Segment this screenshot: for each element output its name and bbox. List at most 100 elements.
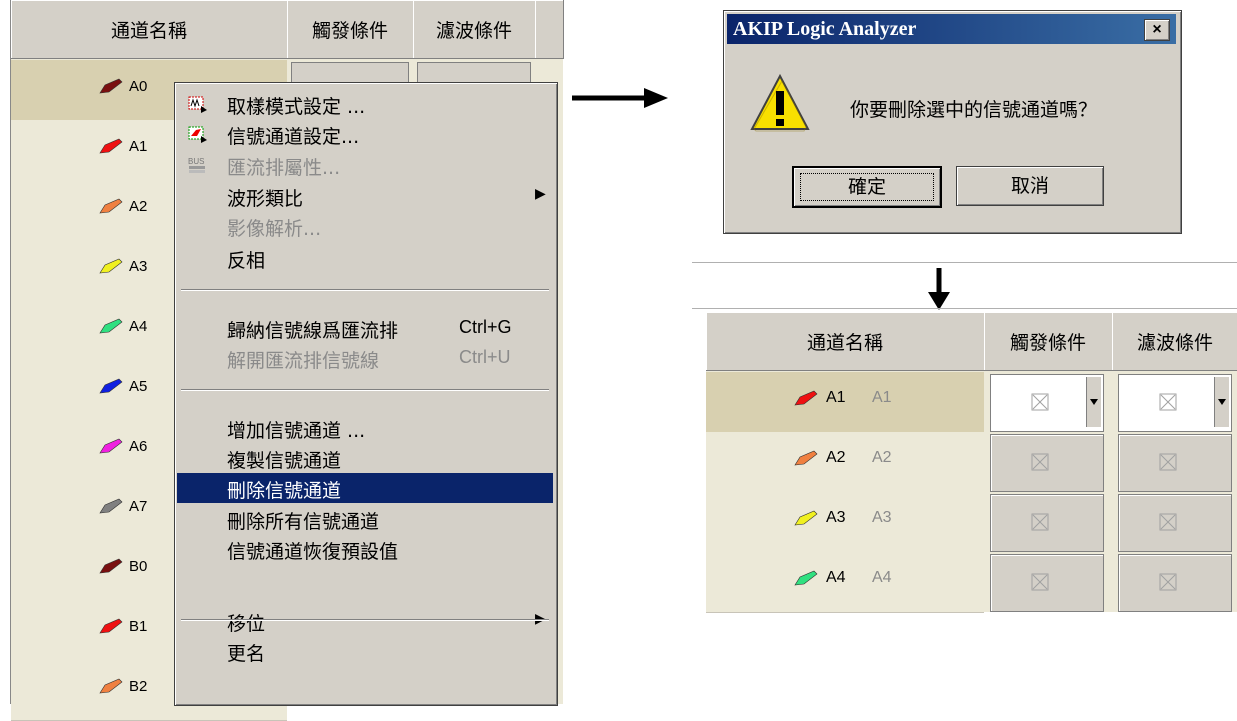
menu-item-restore-channel-defaults[interactable]: 信號通道恢復預設值 <box>177 534 553 564</box>
column-header-channel-name[interactable]: 通道名稱 <box>11 0 288 59</box>
menu-item-delete-all-channels[interactable]: 刪除所有信號通道 <box>177 504 553 534</box>
channel-name: A5 <box>129 378 148 395</box>
disabled-condition-icon <box>1159 453 1177 471</box>
sampling-icon <box>187 94 209 114</box>
menu-item-move[interactable]: 移位 ▶ <box>177 606 553 636</box>
menu-item-image-analysis[interactable]: 影像解析... <box>177 211 553 241</box>
channel-color-icon[interactable] <box>99 558 123 574</box>
table-row[interactable]: A1 A1 <box>706 372 984 433</box>
close-button[interactable]: × <box>1144 19 1170 41</box>
menu-item-sampling-mode[interactable]: 取樣模式設定 ... <box>177 89 553 119</box>
menu-item-label: 信號通道設定... <box>227 126 360 148</box>
channel-color-icon[interactable] <box>99 318 123 334</box>
disabled-condition-icon <box>1159 573 1177 591</box>
channel-color-icon[interactable] <box>794 510 818 526</box>
channel-color-icon[interactable] <box>794 390 818 406</box>
menu-item-ungroup-bus[interactable]: 解開匯流排信號線 Ctrl+U <box>177 343 553 373</box>
channel-color-icon[interactable] <box>794 450 818 466</box>
arrow-right-icon <box>572 88 668 108</box>
ok-button[interactable]: 確定 <box>792 166 942 208</box>
menu-item-label: 刪除所有信號通道 <box>227 511 380 533</box>
filter-cell[interactable] <box>1118 494 1232 552</box>
result-channel-table: 通道名稱 觸發條件 濾波條件 A1 A1 A2 A2 A3 A3 A4 A4 <box>706 312 1237 613</box>
channel-color-icon[interactable] <box>99 498 123 514</box>
channel-name: B2 <box>129 678 148 695</box>
channel-color-icon[interactable] <box>99 378 123 394</box>
channel-name: A3 <box>826 509 846 526</box>
menu-item-label: 移位 <box>227 613 266 635</box>
channel-name: A3 <box>129 258 148 275</box>
menu-item-label: 複製信號通道 <box>227 450 342 472</box>
channel-alias: A4 <box>872 569 892 586</box>
trigger-cell[interactable] <box>990 554 1104 612</box>
channel-name: B1 <box>129 618 148 635</box>
dropdown-arrow-icon[interactable] <box>1086 377 1101 427</box>
column-header-extra <box>535 0 564 59</box>
filter-cell[interactable] <box>1118 374 1232 432</box>
submenu-arrow-icon: ▶ <box>535 186 546 202</box>
menu-item-label: 刪除信號通道 <box>227 480 342 502</box>
disabled-condition-icon <box>1031 453 1049 471</box>
channel-settings-icon <box>187 124 209 144</box>
cancel-button[interactable]: 取消 <box>956 166 1104 206</box>
channel-name: A4 <box>129 318 148 335</box>
channel-name: A6 <box>129 438 148 455</box>
divider <box>692 262 1237 263</box>
column-header-trigger[interactable]: 觸發條件 <box>287 0 414 59</box>
channel-color-icon[interactable] <box>99 618 123 634</box>
menu-item-label: 影像解析... <box>227 218 322 240</box>
channel-alias: A1 <box>872 389 892 406</box>
menu-item-waveform-analog[interactable]: 波形類比 ▶ <box>177 181 553 211</box>
table-row[interactable]: A4 A4 <box>706 552 984 613</box>
menu-item-invert[interactable]: 反相 <box>177 243 553 273</box>
menu-item-rename[interactable]: 更名 <box>177 636 553 666</box>
dialog-title-bar[interactable]: AKIP Logic Analyzer × <box>727 14 1176 44</box>
menu-item-channel-settings[interactable]: 信號通道設定... <box>177 119 553 149</box>
channel-color-icon[interactable] <box>99 138 123 154</box>
menu-item-bus-properties[interactable]: BUS 匯流排屬性... <box>177 150 553 180</box>
channel-alias: A2 <box>872 449 892 466</box>
table-row[interactable]: A3 A3 <box>706 492 984 553</box>
column-header-filter[interactable]: 濾波條件 <box>1112 312 1237 371</box>
menu-item-label: 反相 <box>227 250 266 272</box>
menu-item-delete-channel[interactable]: 刪除信號通道 <box>177 473 553 503</box>
trigger-cell[interactable] <box>990 374 1104 432</box>
menu-separator <box>181 619 549 621</box>
column-header-filter[interactable]: 濾波條件 <box>413 0 536 59</box>
dialog-message: 你要刪除選中的信號通道嗎？ <box>850 99 1098 121</box>
menu-item-label: 信號通道恢復預設值 <box>227 541 399 563</box>
channel-name: A1 <box>826 389 846 406</box>
arrow-down-icon <box>928 268 950 310</box>
menu-item-label: 波形類比 <box>227 188 304 210</box>
svg-text:BUS: BUS <box>188 157 204 166</box>
disabled-condition-icon <box>1159 393 1177 411</box>
channel-color-icon[interactable] <box>99 258 123 274</box>
menu-item-add-channel[interactable]: 增加信號通道 ... <box>177 413 553 443</box>
menu-separator <box>181 389 549 391</box>
trigger-cell[interactable] <box>990 434 1104 492</box>
menu-item-shortcut: Ctrl+U <box>459 347 511 367</box>
channel-name: B0 <box>129 558 148 575</box>
column-header-channel-name[interactable]: 通道名稱 <box>706 312 985 371</box>
column-header-trigger[interactable]: 觸發條件 <box>984 312 1113 371</box>
channel-color-icon[interactable] <box>99 198 123 214</box>
menu-item-copy-channel[interactable]: 複製信號通道 <box>177 443 553 473</box>
channel-color-icon[interactable] <box>794 570 818 586</box>
table-row[interactable]: A2 A2 <box>706 432 984 493</box>
filter-cell[interactable] <box>1118 434 1232 492</box>
filter-cell[interactable] <box>1118 554 1232 612</box>
context-menu: 取樣模式設定 ... 信號通道設定... BUS 匯流排屬性... 波形類比 ▶ 影像解析.… <box>174 82 558 706</box>
dropdown-arrow-icon[interactable] <box>1214 377 1229 427</box>
disabled-condition-icon <box>1031 513 1049 531</box>
menu-item-label: 匯流排屬性... <box>227 157 341 179</box>
menu-separator <box>181 289 549 291</box>
disabled-condition-icon <box>1031 393 1049 411</box>
channel-color-icon[interactable] <box>99 678 123 694</box>
dialog-title: AKIP Logic Analyzer <box>733 18 917 40</box>
channel-color-icon[interactable] <box>99 78 123 94</box>
menu-item-label: 取樣模式設定 ... <box>227 96 366 118</box>
channel-color-icon[interactable] <box>99 438 123 454</box>
menu-item-group-to-bus[interactable]: 歸納信號線爲匯流排 Ctrl+G <box>177 313 553 343</box>
menu-item-label: 歸納信號線爲匯流排 <box>227 320 399 342</box>
trigger-cell[interactable] <box>990 494 1104 552</box>
